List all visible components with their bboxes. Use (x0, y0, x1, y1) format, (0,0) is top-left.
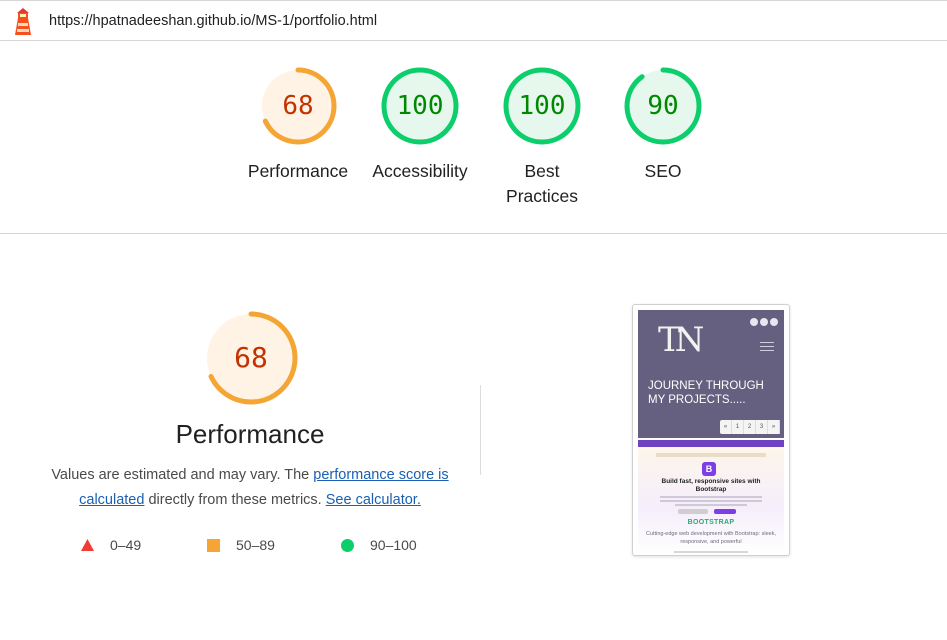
legend-range: 0–49 (110, 537, 142, 553)
performance-score: 68 (234, 341, 268, 374)
performance-title: Performance (175, 419, 325, 449)
screenshot-pagination: « 1 2 3 » (720, 420, 780, 434)
legend-pass: 90–100 (341, 536, 417, 554)
desc-text: Values are estimated and may vary. The (51, 467, 314, 483)
gauge-score: 100 (396, 91, 444, 121)
screenshot-social-icons (750, 318, 778, 326)
screenshot-content: TN JOURNEY THROUGH MY PROJECTS..... « 1 … (638, 310, 784, 554)
performance-description: Values are estimated and may vary. The p… (44, 463, 456, 513)
screenshot-heading: JOURNEY THROUGH MY PROJECTS..... (648, 380, 764, 406)
screenshot-banner (656, 453, 766, 457)
gauge-label: Accessibility (372, 161, 468, 181)
screenshot-menu-icon (760, 342, 774, 354)
screenshot-bootstrap-card: B Build fast, responsive sites with Boot… (638, 440, 784, 554)
pager-item: 3 (756, 420, 768, 434)
pager-item: 2 (744, 420, 756, 434)
gauge-seo[interactable]: 90 SEO (603, 65, 723, 184)
circle-icon (341, 538, 354, 552)
pager-item: 1 (732, 420, 744, 434)
desc-text: directly from these metrics. (144, 492, 326, 508)
legend-range: 50–89 (236, 537, 275, 553)
lighthouse-icon (15, 8, 31, 35)
screenshot-brand-logo: TN (658, 320, 704, 360)
screenshot-text-lines (660, 496, 762, 508)
gauge-score: 90 (647, 91, 679, 121)
legend-average: 50–89 (207, 536, 275, 554)
gauge-accessibility[interactable]: 100 Accessibility (360, 65, 480, 184)
gauge-label: Best Practices (506, 161, 578, 206)
see-calculator-link[interactable]: See calculator. (326, 492, 421, 508)
legend-fail: 0–49 (81, 536, 141, 554)
gauge-label: SEO (644, 161, 682, 181)
section-divider (480, 385, 481, 475)
report-header: https://hpatnadeeshan.github.io/MS-1/por… (0, 0, 947, 41)
screenshot-promo-name: BOOTSTRAP (687, 519, 735, 526)
gauge-score: 100 (518, 91, 566, 121)
square-icon (207, 538, 220, 552)
screenshot-promo-headline: Build fast, responsive sites with Bootst… (661, 478, 761, 493)
screenshot-hero: TN JOURNEY THROUGH MY PROJECTS..... « 1 … (638, 310, 784, 438)
gauge-best-practices[interactable]: 100 Best Practices (482, 65, 602, 209)
legend-range: 90–100 (370, 537, 417, 553)
page-url[interactable]: https://hpatnadeeshan.github.io/MS-1/por… (49, 13, 377, 29)
gauge-performance[interactable]: 68 Performance (238, 65, 358, 184)
gauge-score: 68 (282, 91, 314, 121)
triangle-icon (81, 539, 94, 551)
score-gauges: 68 Performance 100 Accessibility 100 Bes… (0, 41, 947, 234)
gauge-label: Performance (247, 161, 349, 181)
screenshot-promo-tagline: Cutting-edge web development with Bootst… (646, 531, 776, 545)
screenshot-navbar (638, 440, 784, 447)
bootstrap-icon: B (702, 462, 716, 476)
pager-item: » (768, 420, 780, 434)
screenshot-footer (674, 551, 748, 553)
pager-item: « (720, 420, 732, 434)
final-screenshot[interactable]: TN JOURNEY THROUGH MY PROJECTS..... « 1 … (632, 304, 790, 556)
performance-gauge-large: 68 (201, 308, 301, 408)
screenshot-buttons (678, 509, 736, 514)
